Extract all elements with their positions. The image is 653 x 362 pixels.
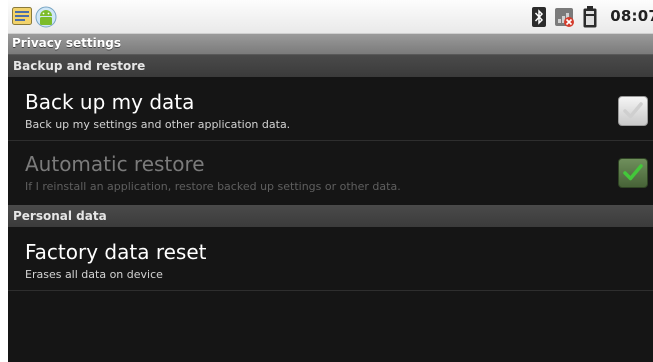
no-signal-icon	[555, 8, 574, 27]
pref-backup-my-data[interactable]: Back up my data Back up my settings and …	[8, 78, 653, 139]
pref-title: Automatic restore	[25, 152, 205, 176]
restore-checkbox[interactable]	[618, 158, 648, 188]
pref-factory-data-reset[interactable]: Factory data reset Erases all data on de…	[8, 228, 653, 290]
section-header-label: Personal data	[13, 209, 107, 223]
pref-title: Factory data reset	[25, 240, 207, 264]
check-icon	[623, 102, 643, 119]
device-screen: 08:07 Privacy settings Backup and restor…	[8, 0, 653, 362]
status-time: 08:07	[610, 7, 653, 25]
battery-icon	[583, 6, 597, 28]
pref-summary: If I reinstall an application, restore b…	[25, 180, 401, 193]
page-title: Privacy settings	[12, 36, 122, 50]
backup-checkbox[interactable]	[618, 96, 648, 126]
pref-summary: Back up my settings and other applicatio…	[25, 118, 291, 131]
title-bar: Privacy settings	[8, 34, 653, 55]
section-header-personal: Personal data	[8, 205, 653, 227]
android-icon	[35, 6, 57, 28]
check-icon	[623, 164, 643, 181]
notes-icon	[12, 7, 32, 25]
pref-summary: Erases all data on device	[25, 268, 163, 281]
section-header-backup: Backup and restore	[8, 55, 653, 77]
pref-title: Back up my data	[25, 90, 195, 114]
pref-automatic-restore[interactable]: Automatic restore If I reinstall an appl…	[8, 141, 653, 204]
divider	[8, 290, 653, 291]
status-bar: 08:07	[8, 0, 653, 34]
section-header-label: Backup and restore	[13, 59, 146, 73]
bluetooth-icon	[532, 7, 546, 27]
